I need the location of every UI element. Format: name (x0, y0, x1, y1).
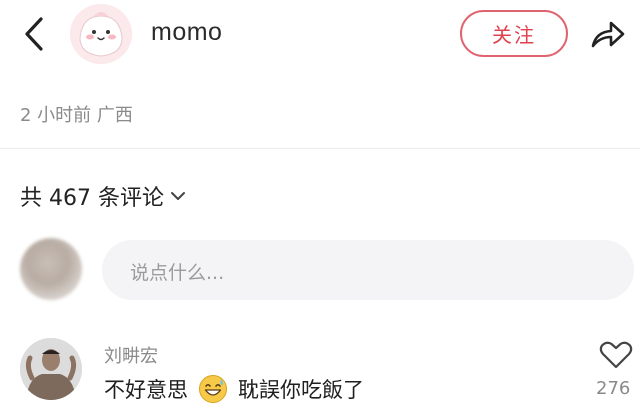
avatar-photo (20, 338, 82, 400)
current-user-avatar (20, 238, 82, 300)
comment-input-placeholder: 说点什么... (130, 262, 225, 284)
chevron-down-icon (170, 190, 186, 202)
grinning-sweat-emoji-icon (198, 374, 228, 404)
avatar-illustration (71, 4, 131, 64)
comment-text-part-2: 耽誤你吃飯了 (238, 378, 364, 402)
back-arrow-icon (25, 17, 43, 51)
author-avatar[interactable] (70, 4, 132, 64)
post-meta: 2 小时前 广西 (20, 105, 133, 126)
comment-author-name[interactable]: 刘畊宏 (104, 342, 158, 368)
share-icon (591, 21, 625, 48)
back-button[interactable] (18, 14, 50, 54)
share-button[interactable] (588, 14, 628, 54)
comment-count-toggle[interactable]: 共 467 条评论 (20, 180, 186, 212)
follow-button[interactable]: 关注 (460, 10, 568, 57)
top-bar: momo 关注 (0, 0, 640, 68)
heart-outline-icon (599, 341, 633, 369)
section-divider (0, 148, 640, 149)
comment-author-avatar[interactable] (20, 338, 82, 400)
comment-count-label: 共 467 条评论 (20, 186, 164, 211)
like-count: 276 (596, 378, 631, 399)
comment-text-part-1: 不好意思 (104, 378, 188, 402)
like-button[interactable] (598, 340, 634, 370)
author-username[interactable]: momo (151, 18, 222, 47)
comment-text: 不好意思 耽誤你吃飯了 (104, 374, 364, 404)
comment-input[interactable]: 说点什么... (102, 240, 634, 300)
